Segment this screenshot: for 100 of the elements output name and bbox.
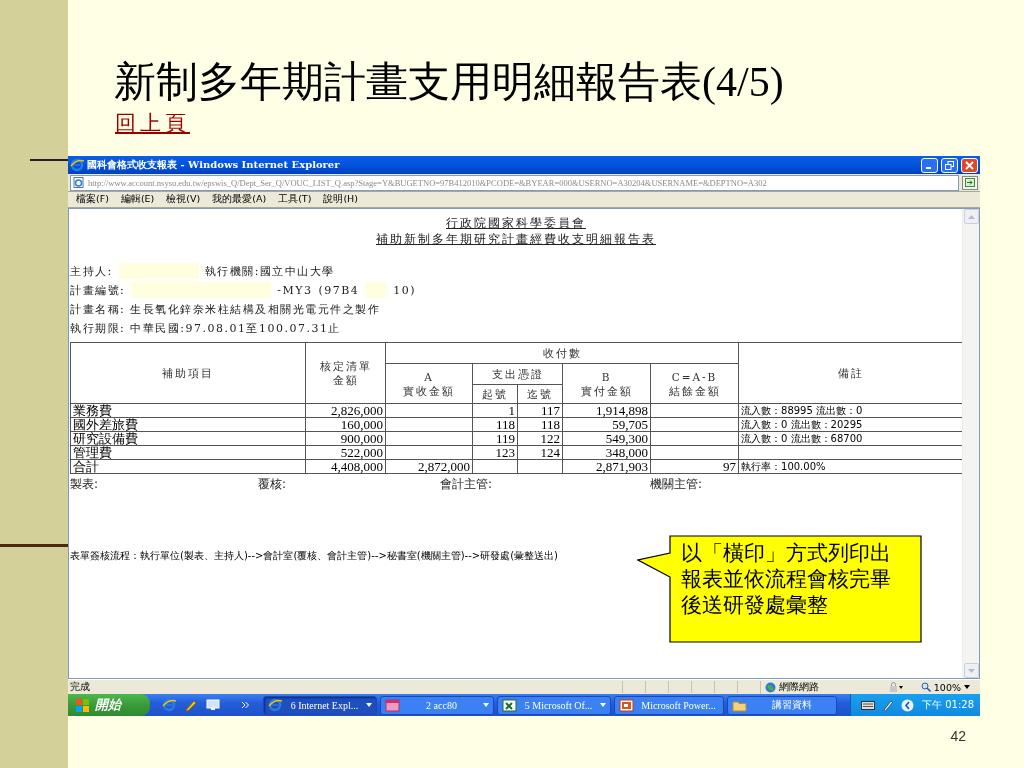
column-header: B	[601, 369, 612, 384]
spreadsheet-icon	[502, 697, 517, 713]
field-text: 主持人:	[70, 263, 113, 279]
taskbar-button[interactable]: Microsoft Power...	[614, 695, 724, 715]
menu-item[interactable]: 我的最愛(A)	[212, 193, 267, 206]
table-cell: 1,914,898	[562, 403, 651, 418]
column-header: 金額	[332, 373, 359, 387]
back-link[interactable]: 回上頁	[115, 110, 190, 136]
lock-icon[interactable]	[888, 682, 903, 692]
table-cell: 國外差旅費	[70, 417, 306, 432]
zoom-level[interactable]: 100%	[933, 681, 961, 693]
caret-up-icon	[967, 214, 975, 219]
clock: 下午 01:28	[922, 698, 974, 712]
report-title: 補助新制多年期研究計畫經費收支明細報告表	[376, 232, 656, 246]
globe-icon	[764, 681, 776, 693]
table-cell: 122	[517, 431, 563, 446]
pen-icon[interactable]	[883, 699, 893, 711]
column-header: 核定清單	[319, 359, 372, 373]
pen-icon[interactable]	[184, 698, 198, 712]
table-cell: 97	[650, 459, 739, 474]
column-header: A	[424, 369, 434, 384]
address-text: http://www.account.nsysu.edu.tw/epswis_Q/Dept_Ser_Q/VOUC_LIST_Q.asp?Stage=Y&BUGETNO=97B412010&PCODE=&BYEAR=000&USERNO=A30204&USERNAME=&DEPTNO=A302	[88, 177, 767, 188]
zoom-icon	[920, 682, 931, 692]
table-cell: 900,000	[305, 431, 386, 446]
flow-note: 表單簽核流程：執行單位(製表、主持人)-->會計室(覆核、會計主管)-->秘書室(機關主管)-->研發處(彙整送出)	[70, 549, 558, 563]
field-text: 計畫名稱: 生長氧化鋅奈米柱結構及相關光電元件之製作	[70, 301, 381, 317]
field-text: 執行期限: 中華民國:97.08.01至100.07.31止	[70, 320, 341, 336]
slide-title: 新制多年期計畫支用明細報告表(4/5)	[114, 58, 784, 107]
caret-down-icon	[967, 668, 975, 673]
table-cell: 117	[517, 403, 563, 418]
table-cell: 522,000	[305, 445, 386, 460]
column-header: 支出憑證	[491, 367, 544, 381]
globe-e-icon	[70, 158, 84, 172]
desktop-icon[interactable]	[206, 698, 220, 712]
table-cell: 研究設備費	[70, 431, 306, 446]
taskbar-button[interactable]: 講習資料	[727, 695, 837, 715]
restore-button[interactable]	[941, 157, 958, 173]
column-header: 實付金額	[580, 383, 633, 398]
address-field[interactable]: http://www.account.nsysu.edu.tw/epswis_Q/Dept_Ser_Q/VOUC_LIST_Q.asp?Stage=Y&BUGETNO=97B412010&PCODE=&BYEAR=000&USERNO=A30204&USERNAME=&DEPTNO=A302	[70, 174, 959, 191]
table-cell: 1	[472, 403, 518, 418]
go-button[interactable]	[962, 175, 978, 190]
taskbar-button[interactable]: 2 acc80	[380, 695, 494, 715]
chevron-icon[interactable]	[242, 702, 249, 708]
table-cell: 348,000	[562, 445, 651, 460]
table-cell: 流入數：0 流出數：20295	[738, 417, 962, 432]
globe-e-icon[interactable]	[162, 698, 176, 712]
table-cell: 2,826,000	[305, 403, 386, 418]
keyboard-icon[interactable]	[861, 700, 875, 710]
menu-item[interactable]: 工具(T)	[278, 193, 312, 206]
table-cell: 160,000	[305, 417, 386, 432]
signature-label: 覆核:	[257, 476, 288, 493]
callout-text: 以「橫印」方式列印出報表並依流程會核完畢後送研發處彙整	[681, 540, 892, 618]
table-cell: 4,408,000	[305, 459, 386, 474]
field-text: 10)	[393, 283, 417, 297]
column-header: 結餘金額	[668, 383, 721, 398]
taskbar-button[interactable]: 6 Internet Expl...	[263, 695, 377, 715]
close-button[interactable]	[961, 157, 978, 173]
page-icon	[73, 177, 84, 188]
menu-item[interactable]: 檔案(F)	[76, 193, 109, 206]
table-cell: 管理費	[70, 445, 306, 460]
menu-item[interactable]: 說明(H)	[323, 193, 358, 206]
arrow-icon	[965, 178, 975, 187]
menu-item[interactable]: 檢視(V)	[166, 193, 201, 206]
app-icon	[385, 697, 400, 713]
column-header: 收付數	[542, 346, 582, 360]
close-icon	[965, 160, 974, 170]
restore-icon	[945, 160, 954, 170]
page-number: 42	[950, 728, 966, 744]
presentation-icon	[619, 697, 634, 713]
column-header: 備註	[837, 366, 864, 380]
signature-label: 製表:	[70, 476, 100, 493]
minimize-button[interactable]	[921, 157, 938, 173]
field-text: 執行機關:國立中山大學	[204, 263, 335, 279]
table-cell: 118	[517, 417, 563, 432]
table-cell: 123	[472, 445, 518, 460]
taskbar-button[interactable]: 5 Microsoft Of...	[497, 695, 611, 715]
table-cell: 549,300	[562, 431, 651, 446]
windows-flag-icon	[76, 698, 90, 712]
field-text: 計畫編號:	[70, 282, 126, 298]
status-text: 完成	[70, 680, 90, 694]
start-button[interactable]: 開始	[68, 694, 150, 716]
table-cell: 業務費	[70, 403, 306, 418]
table-cell: 118	[472, 417, 518, 432]
zone-text: 網際網路	[778, 680, 819, 694]
table-cell: 124	[517, 445, 563, 460]
field-text: -MY3	[277, 283, 313, 297]
column-header: 補助項目	[162, 366, 214, 380]
table-cell: 119	[472, 431, 518, 446]
table-cell: 流入數：88995 流出數：0	[738, 403, 962, 418]
field-text: (97B4	[318, 283, 360, 297]
caret-down-icon	[964, 685, 970, 689]
column-header: 迄號	[527, 387, 553, 401]
table-cell: 流入數：0 流出數：68700	[738, 431, 962, 446]
column-header: C=A-B	[671, 369, 718, 384]
menu-item[interactable]: 編輯(E)	[120, 193, 155, 206]
globe-e-icon	[268, 697, 283, 713]
table-cell: 59,705	[562, 417, 651, 432]
signature-label: 機關主管:	[650, 476, 704, 493]
minimize-icon	[926, 166, 931, 169]
column-header: 實收金額	[403, 383, 455, 398]
